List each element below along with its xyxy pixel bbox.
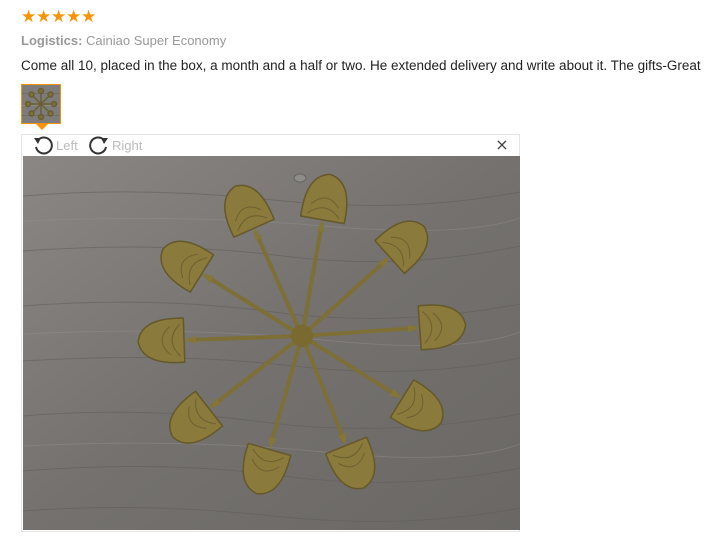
star-icon: ★ [51,7,67,27]
star-icon: ★ [36,7,52,27]
rotate-left-icon [34,136,53,155]
logistics-info: Logistics: Cainiao Super Economy [21,33,226,49]
shovel-charms-thumbnail-image [22,85,60,123]
rotate-right-button[interactable]: Right [88,135,142,155]
photo-viewer: Left Right × [21,134,520,532]
close-icon[interactable]: × [495,137,509,153]
logistics-value: Cainiao Super Economy [86,33,227,48]
rotate-right-label: Right [112,137,143,153]
star-icon: ★ [66,7,82,27]
star-icon: ★ [81,7,97,27]
thumbnail-pointer-arrow [36,124,48,130]
review-photo-thumbnail[interactable] [21,84,61,124]
rotate-left-label: Left [56,137,78,153]
review-comment: Come all 10, placed in the box, a month … [21,58,701,73]
photo-viewer-toolbar: Left Right × [22,135,519,155]
review-photo-large [23,156,520,530]
star-icon: ★ [21,7,37,27]
shovel-charms-photo [23,156,520,530]
logistics-label: Logistics: [21,33,83,48]
feedback-item: ★ ★ ★ ★ ★ Logistics: Cainiao Super Econo… [0,0,712,542]
star-rating: ★ ★ ★ ★ ★ [21,8,96,26]
rotate-left-button[interactable]: Left [32,135,78,155]
rotate-right-icon [89,136,108,155]
